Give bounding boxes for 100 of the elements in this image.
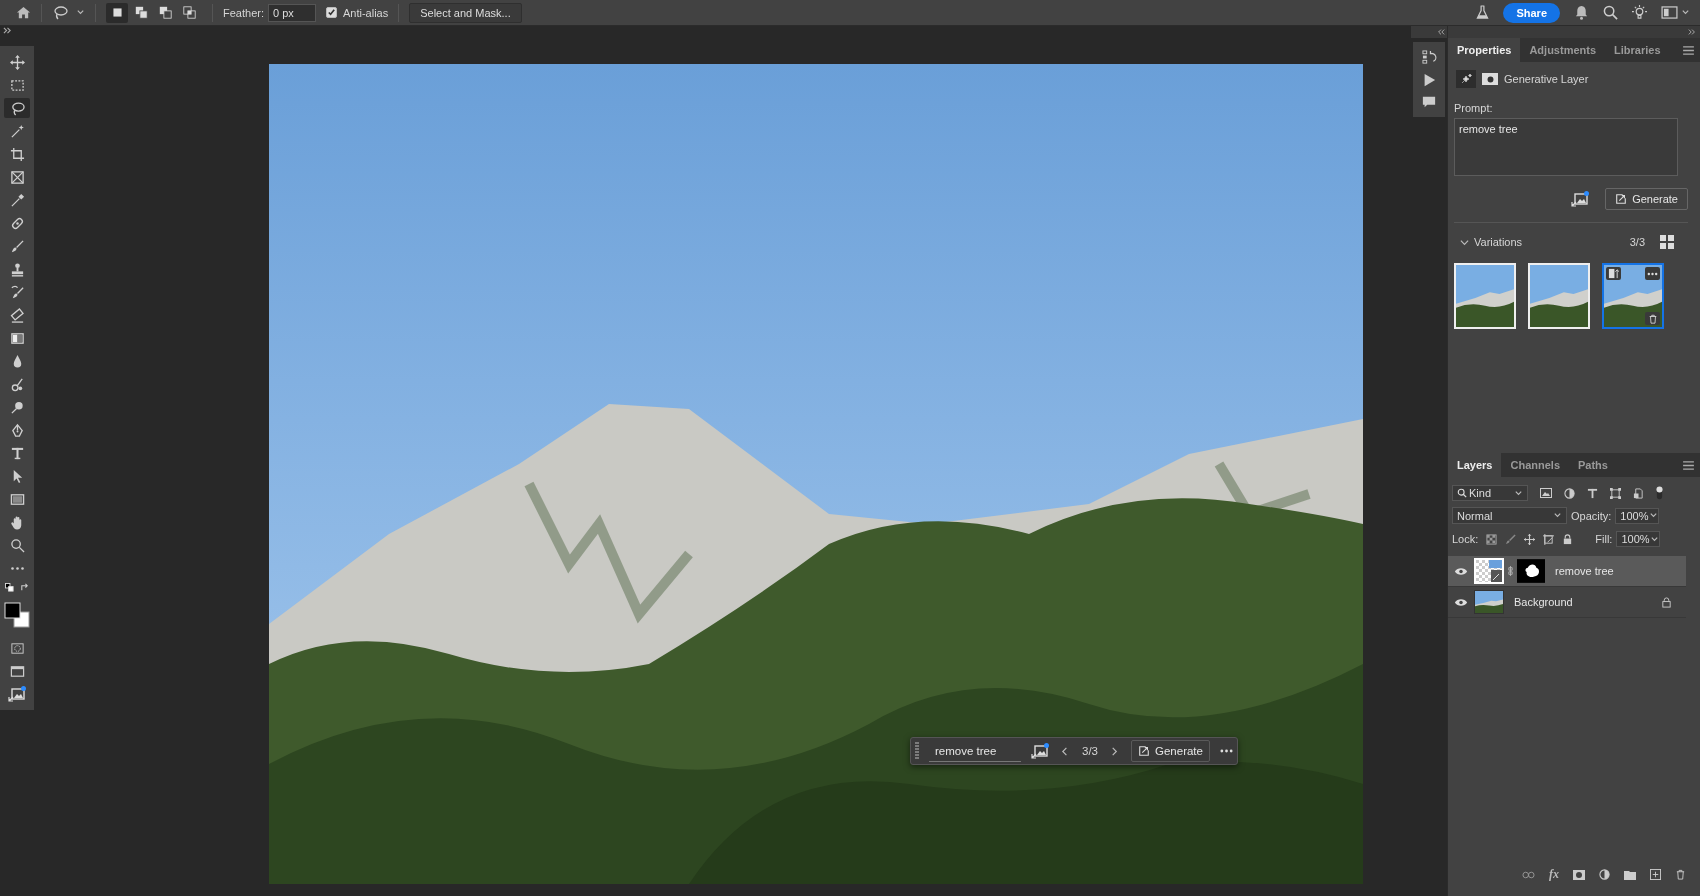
lock-transparent-icon[interactable] (1486, 533, 1498, 545)
gradient-icon (9, 330, 25, 346)
comment-icon[interactable] (1422, 95, 1436, 109)
feather-field[interactable]: 0 px (267, 3, 316, 22)
search-icon[interactable] (1603, 5, 1618, 20)
more-icon[interactable] (1647, 271, 1658, 276)
eraser-icon (9, 307, 25, 323)
image-filter-icon[interactable] (1540, 488, 1552, 498)
feather-label: Feather: (223, 6, 264, 19)
blend-mode-dropdown[interactable]: Normal (1452, 507, 1567, 524)
opacity-field[interactable]: 100% (1615, 507, 1660, 524)
link-layers-icon[interactable] (1522, 870, 1535, 879)
panel-menu-icon[interactable] (1683, 460, 1694, 470)
generate-button[interactable]: Generate (1605, 188, 1688, 210)
lock-label: Lock: (1452, 533, 1479, 545)
fx-button[interactable]: fx (1549, 867, 1559, 882)
intersect-selection-icon (182, 6, 196, 19)
history-icon[interactable] (1421, 50, 1437, 65)
layer-thumbnail (1474, 590, 1504, 614)
filter-dropdown[interactable]: Kind (1452, 485, 1528, 501)
artboard-icon[interactable] (1543, 533, 1555, 545)
variation-thumbnail[interactable] (1528, 263, 1590, 329)
panel-tab[interactable]: Channels (1501, 453, 1569, 477)
fill-field[interactable]: 100% (1616, 531, 1661, 547)
generative-layer-icon (1460, 73, 1472, 85)
reference-image-icon[interactable] (1031, 743, 1049, 759)
panel-tab[interactable]: Paths (1569, 453, 1617, 477)
filter-toggle-icon[interactable] (1656, 486, 1663, 500)
panel-menu-icon[interactable] (1683, 45, 1694, 55)
collapse-icon[interactable] (1437, 28, 1445, 36)
zoom-icon (9, 537, 25, 553)
panel-tab[interactable]: Properties (1448, 38, 1521, 62)
adjustment-filter-icon[interactable] (1564, 487, 1575, 499)
magic-wand-icon (9, 123, 25, 139)
panel-tab[interactable]: Layers (1448, 453, 1502, 477)
layer-row[interactable]: remove tree (1448, 556, 1686, 587)
caret-icon (1681, 8, 1690, 17)
variation-count: 3/3 (1629, 236, 1645, 248)
apply-icon[interactable] (1608, 268, 1619, 279)
selection-mode-button[interactable] (106, 2, 128, 23)
brush-icon[interactable] (1505, 533, 1517, 545)
bell-icon[interactable] (1574, 5, 1589, 20)
add-mask-icon[interactable] (1573, 869, 1585, 880)
type-filter-icon[interactable] (1587, 487, 1598, 499)
new-layer-icon[interactable] (1650, 869, 1661, 880)
more-icon (10, 566, 24, 570)
folder-icon[interactable] (1624, 869, 1636, 880)
color-swatches-icon[interactable] (4, 601, 30, 629)
variation-thumbnail[interactable] (1602, 263, 1664, 329)
panel-tab[interactable]: Libraries (1605, 38, 1670, 62)
disclosure-icon (1460, 237, 1469, 247)
variation-count: 3/3 (1082, 745, 1098, 757)
smart-object-filter-icon[interactable] (1633, 487, 1644, 499)
marquee-icon (9, 77, 25, 93)
default-colors-icon[interactable] (5, 583, 14, 592)
layer-row[interactable]: Background (1448, 587, 1686, 618)
layer-type-label: Generative Layer (1504, 73, 1589, 85)
variation-thumbnail[interactable] (1454, 263, 1516, 329)
variations-label: Variations (1474, 236, 1523, 248)
caret-icon (1648, 511, 1658, 520)
generate-button[interactable]: Generate (1131, 740, 1210, 762)
crop-icon (9, 146, 25, 162)
expand-icon (3, 26, 12, 35)
play-icon[interactable] (1422, 73, 1436, 87)
move-icon[interactable] (1524, 533, 1536, 545)
prompt-label: Prompt: (1453, 101, 1494, 116)
lasso-icon (9, 100, 25, 116)
lock-icon[interactable] (1562, 533, 1574, 545)
anti-alias-checkbox[interactable] (325, 7, 337, 18)
add-selection-icon (134, 6, 148, 19)
select-and-mask-button[interactable]: Select and Mask... (409, 2, 522, 23)
panel-tab[interactable]: Adjustments (1520, 38, 1606, 62)
opacity-label: Opacity: (1571, 509, 1612, 522)
chevron-right-icon (1110, 746, 1119, 756)
trash-icon[interactable] (1647, 313, 1658, 324)
history-brush-icon (9, 284, 25, 300)
caret-icon (1649, 534, 1659, 544)
lightbulb-icon[interactable] (1632, 5, 1647, 20)
caret-icon (1553, 511, 1562, 520)
screen-mode-icon (9, 663, 25, 679)
grid-view-icon[interactable] (1660, 235, 1674, 249)
shape-filter-icon[interactable] (1610, 487, 1621, 499)
tool-button[interactable] (4, 98, 30, 118)
share-button[interactable]: Share (1503, 2, 1560, 23)
prompt-field[interactable]: remove tree (929, 740, 1021, 762)
more-icon[interactable] (1219, 749, 1233, 753)
reference-image-icon[interactable] (1571, 191, 1590, 207)
adjustment-layer-icon[interactable] (1599, 869, 1610, 880)
expand-icon[interactable] (1688, 28, 1696, 36)
frame-icon (9, 169, 25, 185)
dodge-icon (9, 399, 25, 415)
eyedropper-icon (9, 192, 25, 208)
prompt-field[interactable]: remove tree (1454, 118, 1678, 176)
workspace-icon[interactable] (1661, 6, 1678, 19)
stamp-icon (9, 261, 25, 277)
swap-colors-icon[interactable] (20, 583, 29, 592)
trash-icon[interactable] (1675, 869, 1686, 880)
home-icon[interactable] (16, 5, 31, 20)
flask-icon[interactable] (1476, 5, 1490, 20)
bandage-icon (9, 215, 25, 231)
